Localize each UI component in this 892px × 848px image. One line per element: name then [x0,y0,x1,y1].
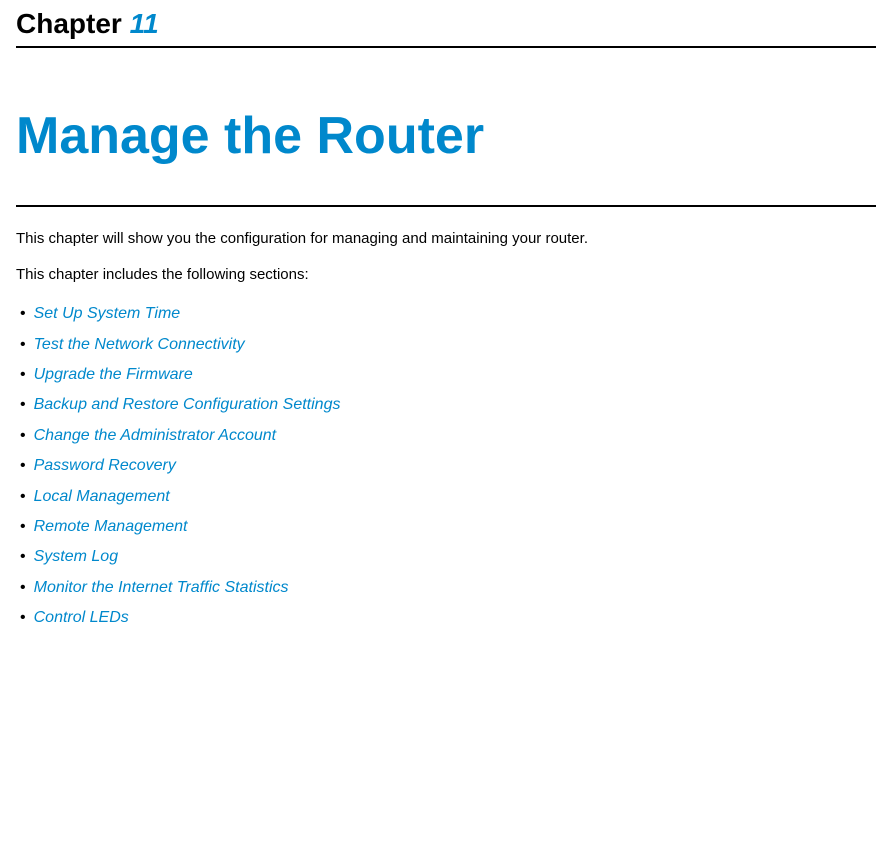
section-link[interactable]: Local Management [34,488,170,505]
section-link[interactable]: Remote Management [34,518,188,535]
sections-list: Set Up System Time Test the Network Conne… [16,299,876,633]
list-item[interactable]: Test the Network Connectivity [16,330,876,360]
chapter-header: Chapter 11 [16,0,876,48]
section-link[interactable]: Test the Network Connectivity [34,336,245,353]
list-item[interactable]: Password Recovery [16,451,876,481]
chapter-number: 11 [130,8,159,39]
section-link[interactable]: System Log [34,548,118,565]
section-link[interactable]: Control LEDs [34,609,129,626]
list-item[interactable]: Set Up System Time [16,299,876,329]
list-item[interactable]: Backup and Restore Configuration Setting… [16,390,876,420]
list-item[interactable]: Change the Administrator Account [16,421,876,451]
intro-line1: This chapter will show you the configura… [16,227,876,251]
list-item[interactable]: Control LEDs [16,603,876,633]
list-item[interactable]: Remote Management [16,512,876,542]
section-link[interactable]: Change the Administrator Account [34,427,277,444]
section-link[interactable]: Upgrade the Firmware [34,366,193,383]
list-item[interactable]: Monitor the Internet Traffic Statistics [16,573,876,603]
chapter-label: Chapter 11 [16,8,159,39]
section-link[interactable]: Set Up System Time [34,305,181,322]
page-title: Manage the Router [16,108,876,165]
title-section: Manage the Router [16,48,876,207]
list-item[interactable]: Local Management [16,482,876,512]
intro-line2: This chapter includes the following sect… [16,263,876,287]
page-container: Chapter 11 Manage the Router This chapte… [0,0,892,633]
chapter-word: Chapter [16,8,122,39]
section-link[interactable]: Monitor the Internet Traffic Statistics [34,579,289,596]
section-link[interactable]: Backup and Restore Configuration Setting… [34,396,341,413]
section-link[interactable]: Password Recovery [34,457,176,474]
list-item[interactable]: Upgrade the Firmware [16,360,876,390]
list-item[interactable]: System Log [16,542,876,572]
